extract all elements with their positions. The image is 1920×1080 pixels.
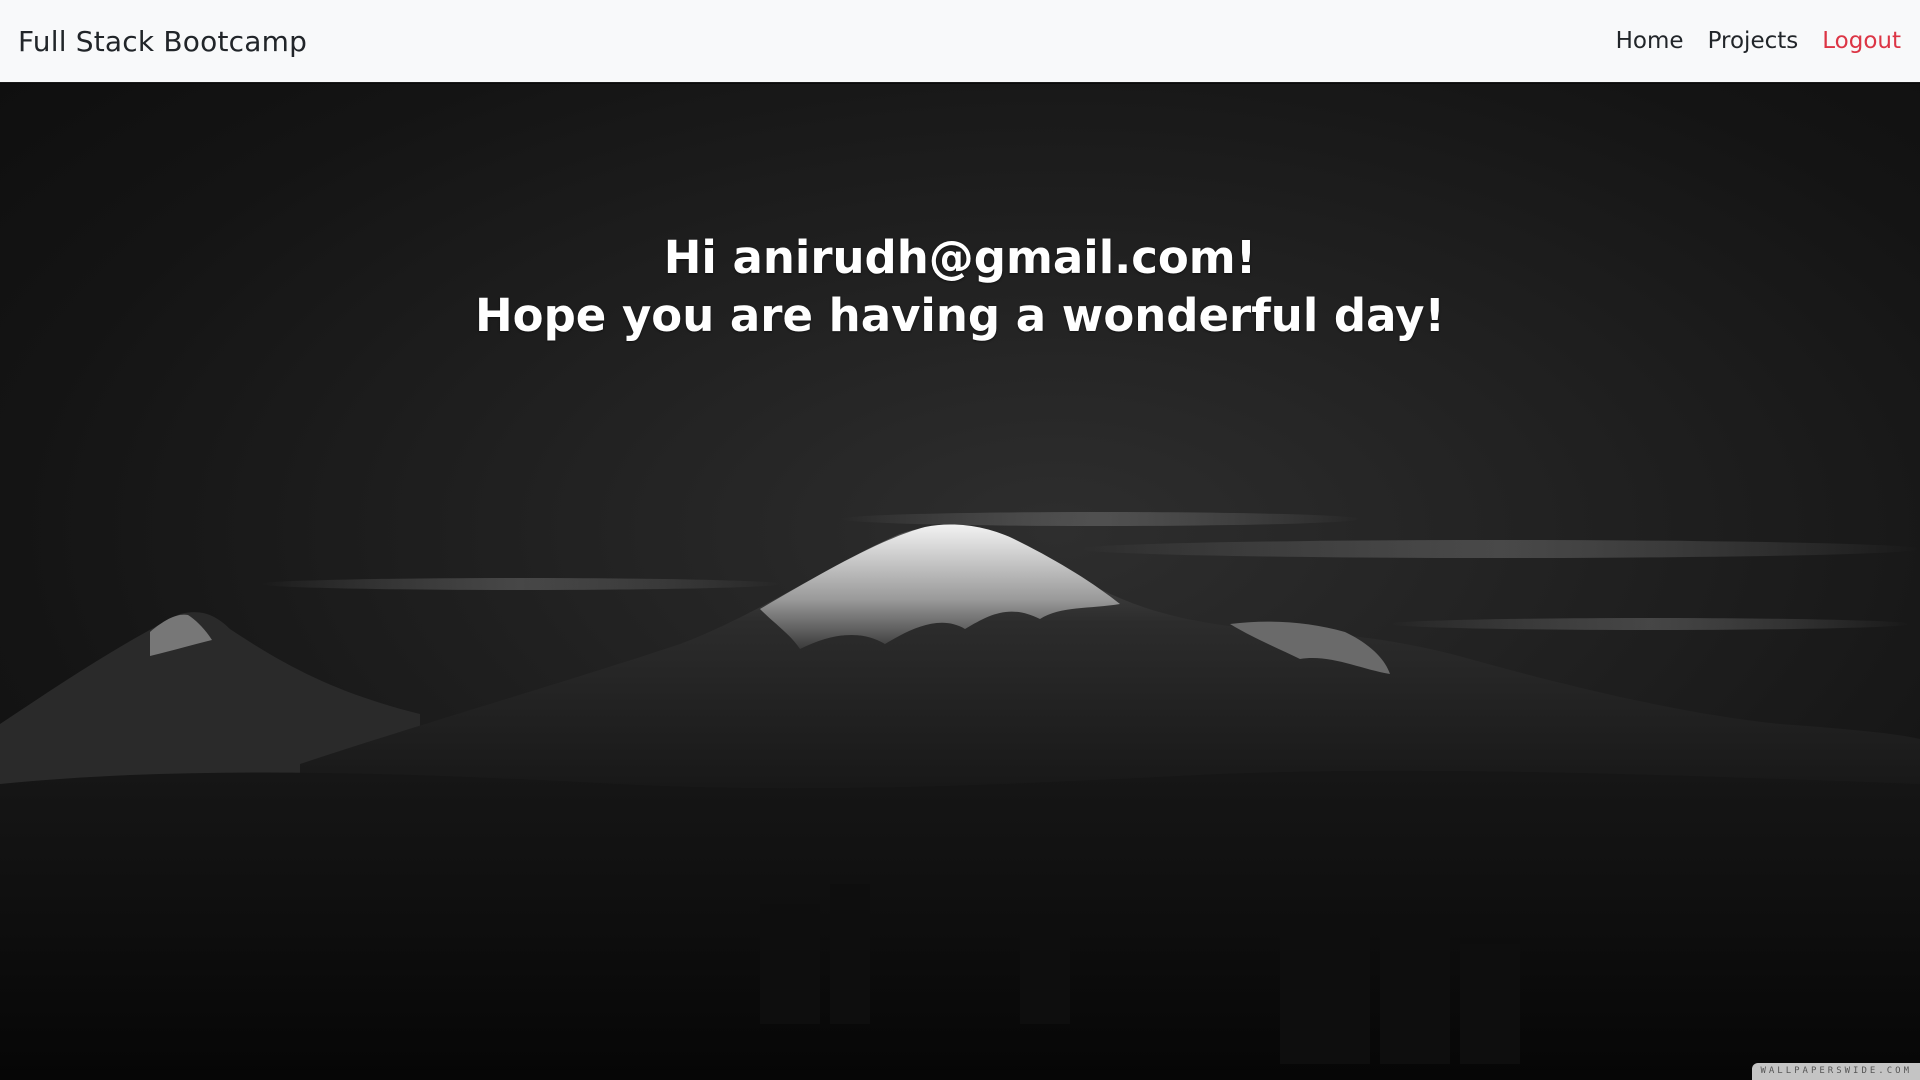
greeting-line-1: Hi anirudh@gmail.com! xyxy=(663,231,1257,284)
greeting-heading: Hi anirudh@gmail.com! Hope you are havin… xyxy=(0,229,1920,345)
navbar: Full Stack Bootcamp Home Projects Logout xyxy=(0,0,1920,83)
nav-home-link[interactable]: Home xyxy=(1616,28,1684,54)
hero-background: Hi anirudh@gmail.com! Hope you are havin… xyxy=(0,84,1920,1080)
greeting-line-2: Hope you are having a wonderful day! xyxy=(475,289,1445,342)
nav-projects-link[interactable]: Projects xyxy=(1708,28,1799,54)
brand-link[interactable]: Full Stack Bootcamp xyxy=(18,25,307,58)
nav-links: Home Projects Logout xyxy=(1616,28,1901,54)
nav-logout-link[interactable]: Logout xyxy=(1822,28,1901,54)
watermark: WALLPAPERSWIDE.COM xyxy=(1752,1063,1920,1080)
